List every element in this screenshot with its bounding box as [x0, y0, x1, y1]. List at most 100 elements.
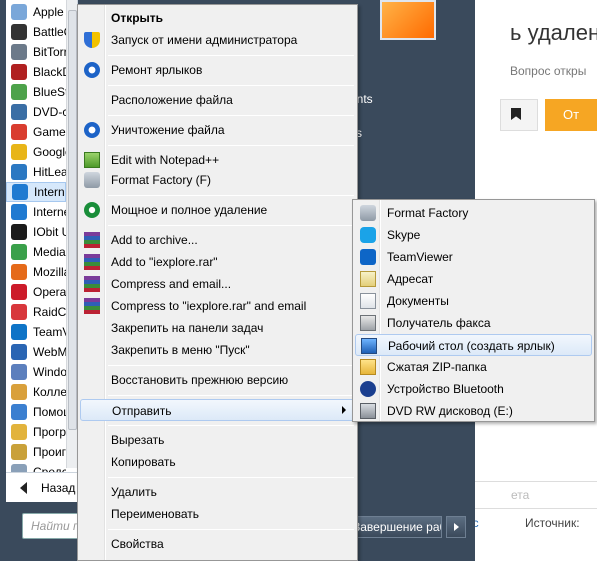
send-to-item[interactable]: Документы — [355, 290, 592, 312]
context-menu-item[interactable]: Вырезать — [80, 429, 355, 451]
program-item[interactable]: Windows Media — [6, 362, 66, 382]
context-menu-item[interactable]: Format Factory (F) — [80, 169, 355, 191]
program-item[interactable]: GameNet — [6, 122, 66, 142]
send-to-item[interactable]: Format Factory — [355, 202, 592, 224]
menu-separator — [108, 145, 354, 146]
program-item[interactable]: IObit Uninstaller — [6, 222, 66, 242]
context-menu-item[interactable]: Закрепить в меню "Пуск" — [80, 339, 355, 361]
menu-separator — [108, 395, 354, 396]
send-to-item[interactable]: Устройство Bluetooth — [355, 378, 592, 400]
program-icon — [11, 104, 27, 120]
page-input[interactable]: ета — [470, 481, 597, 509]
send-to-submenu: Format Factory Skype TeamViewer Адресат Доку… — [352, 199, 595, 422]
menu-separator — [108, 115, 354, 116]
program-item[interactable]: MediaGet — [6, 242, 66, 262]
search-input[interactable]: Найти программы и файлы — [22, 513, 80, 539]
context-menu-item[interactable]: Восстановить прежнюю версию — [80, 369, 355, 391]
program-item[interactable]: Internet Explorer (64-bit) — [6, 202, 66, 222]
program-item[interactable]: Программы — [6, 422, 66, 442]
context-menu-item[interactable]: Compress to "iexplore.rar" and email — [80, 295, 355, 317]
user-avatar[interactable] — [380, 0, 436, 40]
program-item[interactable]: Apple Software Update — [6, 2, 66, 22]
program-item[interactable]: TeamViewer — [6, 322, 66, 342]
back-button[interactable]: Назад — [6, 472, 78, 502]
context-menu-item[interactable]: Копировать — [80, 451, 355, 473]
program-label: BlueStacks — [33, 85, 66, 99]
context-menu-label: Уничтожение файла — [111, 123, 225, 137]
program-label: RaidCall — [33, 305, 66, 319]
back-label: Назад — [41, 480, 76, 495]
zip-folder-icon — [360, 359, 376, 375]
program-item[interactable]: WebMoney — [6, 342, 66, 362]
question-subtitle: Вопрос откры — [510, 64, 587, 78]
bluetooth-icon — [360, 381, 376, 397]
context-menu-item[interactable]: Уничтожение файла — [80, 119, 355, 141]
program-item[interactable]: Помощь — [6, 402, 66, 422]
format-factory-icon — [360, 205, 376, 221]
send-to-item[interactable]: DVD RW дисковод (E:) — [355, 400, 592, 422]
shutdown-options-button[interactable] — [446, 516, 466, 538]
program-item[interactable]: Internet Explorer — [6, 182, 66, 202]
winrar-icon — [84, 298, 100, 314]
send-to-label: Устройство Bluetooth — [387, 382, 504, 396]
program-item[interactable]: BlackDesert — [6, 62, 66, 82]
send-to-item[interactable]: Рабочий стол (создать ярлык) — [355, 334, 592, 356]
context-menu-item[interactable]: Свойства — [80, 533, 355, 555]
program-icon — [11, 24, 27, 40]
program-icon — [11, 324, 27, 340]
program-item[interactable]: BitTorrent — [6, 42, 66, 62]
dvd-drive-icon — [360, 403, 376, 419]
program-item[interactable]: Проигрыватель — [6, 442, 66, 462]
shutdown-button[interactable]: Завершение работы — [346, 516, 442, 538]
mail-recipient-icon — [360, 271, 376, 287]
menu-separator — [108, 55, 354, 56]
program-icon — [11, 244, 27, 260]
context-menu-item[interactable]: Мощное и полное удаление — [80, 199, 355, 221]
context-menu-item[interactable]: Открыть — [80, 7, 355, 29]
program-item[interactable]: RaidCall — [6, 302, 66, 322]
send-to-item[interactable]: TeamViewer — [355, 246, 592, 268]
notepad-icon — [84, 152, 100, 168]
context-menu-item[interactable]: Compress and email... — [80, 273, 355, 295]
context-menu-item[interactable]: Расположение файла — [80, 89, 355, 111]
program-icon — [11, 344, 27, 360]
documents-icon — [360, 293, 376, 309]
program-item[interactable]: Mozilla Firefox — [6, 262, 66, 282]
program-icon — [11, 384, 27, 400]
program-item[interactable]: Google Chrome — [6, 142, 66, 162]
context-menu-label: Запуск от имени администратора — [111, 33, 298, 47]
menu-separator — [108, 529, 354, 530]
context-menu-item[interactable]: Отправить — [80, 399, 355, 421]
program-item[interactable]: HitLeap — [6, 162, 66, 182]
context-menu-item[interactable]: Удалить — [80, 481, 355, 503]
context-menu-item[interactable]: Edit with Notepad++ — [80, 149, 355, 171]
context-menu-label: Закрепить на панели задач — [111, 321, 264, 335]
context-menu-item[interactable]: Add to archive... — [80, 229, 355, 251]
context-menu-item[interactable]: Закрепить на панели задач — [80, 317, 355, 339]
answer-button[interactable]: От — [545, 99, 597, 131]
program-label: Internet Explorer — [34, 185, 65, 199]
program-item[interactable]: DVD-студия — [6, 102, 66, 122]
context-menu-label: Add to archive... — [111, 233, 198, 247]
send-to-item[interactable]: Получатель факса — [355, 312, 592, 334]
bookmark-button[interactable] — [500, 99, 538, 131]
program-icon — [11, 4, 27, 20]
context-menu-item[interactable]: Переименовать — [80, 503, 355, 525]
program-item[interactable]: BattleCatch — [6, 22, 66, 42]
send-to-item[interactable]: Сжатая ZIP-папка — [355, 356, 592, 378]
context-menu-label: Открыть — [111, 11, 164, 25]
program-item[interactable]: Коллекция — [6, 382, 66, 402]
send-to-item[interactable]: Адресат — [355, 268, 592, 290]
program-label: Помощь — [33, 405, 66, 419]
question-title: ь удален — [510, 20, 597, 45]
winrar-icon — [84, 232, 100, 248]
scrollbar-thumb[interactable] — [68, 10, 77, 430]
program-item[interactable]: Opera — [6, 282, 66, 302]
send-to-label: Документы — [387, 294, 449, 308]
skype-icon — [360, 227, 376, 243]
context-menu-item[interactable]: Запуск от имени администратора — [80, 29, 355, 51]
program-item[interactable]: BlueStacks — [6, 82, 66, 102]
send-to-item[interactable]: Skype — [355, 224, 592, 246]
context-menu-item[interactable]: Ремонт ярлыков — [80, 59, 355, 81]
context-menu-item[interactable]: Add to "iexplore.rar" — [80, 251, 355, 273]
